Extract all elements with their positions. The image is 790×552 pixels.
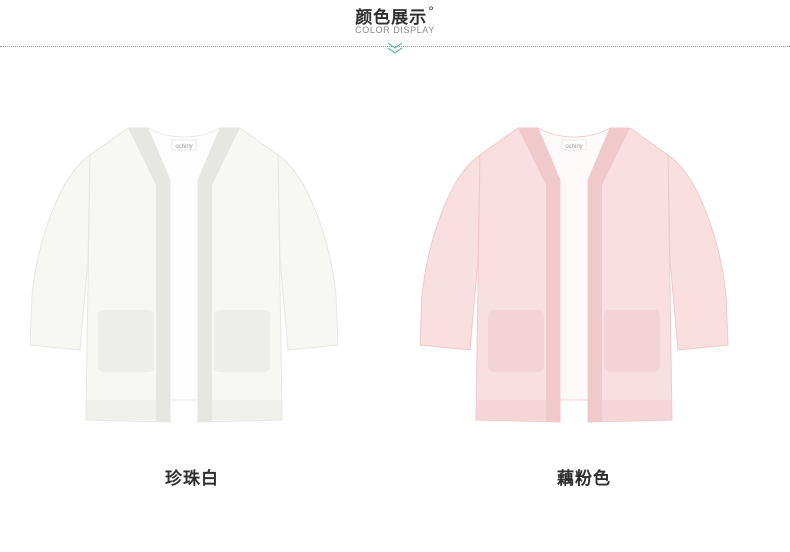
right-hem xyxy=(588,400,672,420)
cardigan-image-white: ochirly xyxy=(29,127,339,423)
color-name-white: 珍珠白 xyxy=(165,469,219,488)
left-hem xyxy=(86,400,170,420)
title-degree-mark: ° xyxy=(428,3,435,19)
left-sleeve xyxy=(419,154,481,351)
right-hem xyxy=(198,400,282,420)
color-name-pink: 藕粉色 xyxy=(557,469,611,488)
double-chevron-down-icon xyxy=(387,42,403,54)
left-hem xyxy=(476,400,560,420)
product-white-cardigan: ochirly xyxy=(20,100,350,460)
brand-label-text: ochirly xyxy=(565,144,582,150)
brand-label-text: ochirly xyxy=(175,144,192,150)
section-header: 颜色展示° COLOR DISPLAY xyxy=(0,0,790,60)
left-sleeve xyxy=(29,154,91,351)
right-sleeve xyxy=(277,154,339,351)
right-pocket xyxy=(214,310,270,372)
left-pocket xyxy=(98,310,154,372)
right-pocket xyxy=(604,310,660,372)
section-subtitle: COLOR DISPLAY xyxy=(355,25,435,35)
left-pocket xyxy=(488,310,544,372)
product-pink-cardigan: ochirly xyxy=(410,100,740,460)
right-sleeve xyxy=(667,154,729,351)
cardigan-image-pink: ochirly xyxy=(419,127,729,423)
